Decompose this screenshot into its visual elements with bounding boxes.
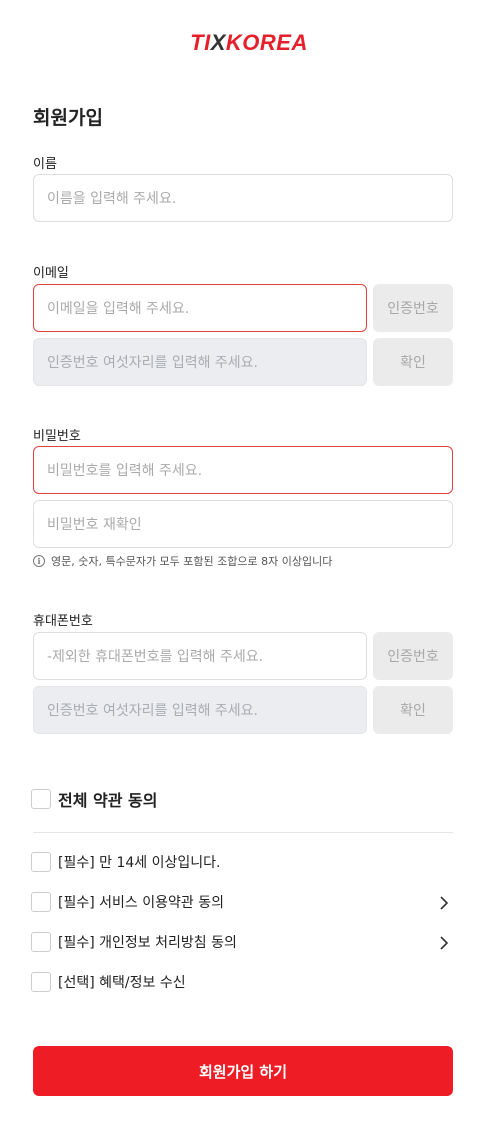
- password-hint-text: 영문, 숫자, 특수문자가 모두 포함된 조합으로 8자 이상입니다: [51, 555, 333, 568]
- agreement-checkbox[interactable]: [31, 972, 51, 992]
- info-icon: i: [33, 555, 45, 567]
- agreement-label: [선택] 혜택/정보 수신: [58, 975, 186, 991]
- agreement-item-marketing[interactable]: [선택] 혜택/정보 수신: [31, 972, 186, 992]
- logo-text-x: X: [210, 30, 226, 55]
- agree-all-row[interactable]: 전체 약관 동의: [31, 787, 157, 811]
- agreement-label: [필수] 개인정보 처리방침 동의: [58, 935, 237, 951]
- agreement-label: [필수] 만 14세 이상입니다.: [58, 855, 221, 871]
- password-hint: i 영문, 숫자, 특수문자가 모두 포함된 조합으로 8자 이상입니다: [33, 553, 332, 569]
- password-input[interactable]: 비밀번호를 입력해 주세요.: [33, 446, 453, 494]
- email-input[interactable]: 이메일을 입력해 주세요.: [33, 284, 367, 332]
- email-verify-button[interactable]: 인증번호: [373, 284, 453, 332]
- phone-verify-button[interactable]: 인증번호: [373, 632, 453, 680]
- logo: TIXKOREA: [0, 30, 498, 56]
- name-label: 이름: [33, 157, 57, 172]
- name-input[interactable]: 이름을 입력해 주세요.: [33, 174, 453, 222]
- agreement-item-privacy[interactable]: [필수] 개인정보 처리방침 동의: [31, 932, 237, 952]
- agreement-checkbox[interactable]: [31, 852, 51, 872]
- agreement-item-terms[interactable]: [필수] 서비스 이용약관 동의: [31, 892, 224, 912]
- password-confirm-input[interactable]: 비밀번호 재확인: [33, 500, 453, 548]
- agreement-label: [필수] 서비스 이용약관 동의: [58, 895, 224, 911]
- logo-text-b: KOREA: [225, 30, 308, 55]
- phone-label: 휴대폰번호: [33, 614, 93, 629]
- agree-all-label: 전체 약관 동의: [58, 791, 158, 810]
- signup-submit-button[interactable]: 회원가입 하기: [33, 1046, 453, 1096]
- email-label: 이메일: [33, 266, 69, 281]
- password-label: 비밀번호: [33, 429, 81, 444]
- divider: [33, 832, 453, 833]
- chevron-right-icon[interactable]: [437, 895, 451, 911]
- agreement-item-age[interactable]: [필수] 만 14세 이상입니다.: [31, 852, 220, 872]
- phone-code-input[interactable]: 인증번호 여섯자리를 입력해 주세요.: [33, 686, 367, 734]
- email-confirm-button[interactable]: 확인: [373, 338, 453, 386]
- page-title: 회원가입: [33, 107, 103, 129]
- phone-confirm-button[interactable]: 확인: [373, 686, 453, 734]
- agree-all-checkbox[interactable]: [31, 789, 51, 809]
- email-code-input[interactable]: 인증번호 여섯자리를 입력해 주세요.: [33, 338, 367, 386]
- agreement-checkbox[interactable]: [31, 892, 51, 912]
- chevron-right-icon[interactable]: [437, 935, 451, 951]
- phone-input[interactable]: -제외한 휴대폰번호를 입력해 주세요.: [33, 632, 367, 680]
- logo-text-a: TI: [190, 30, 211, 55]
- agreement-checkbox[interactable]: [31, 932, 51, 952]
